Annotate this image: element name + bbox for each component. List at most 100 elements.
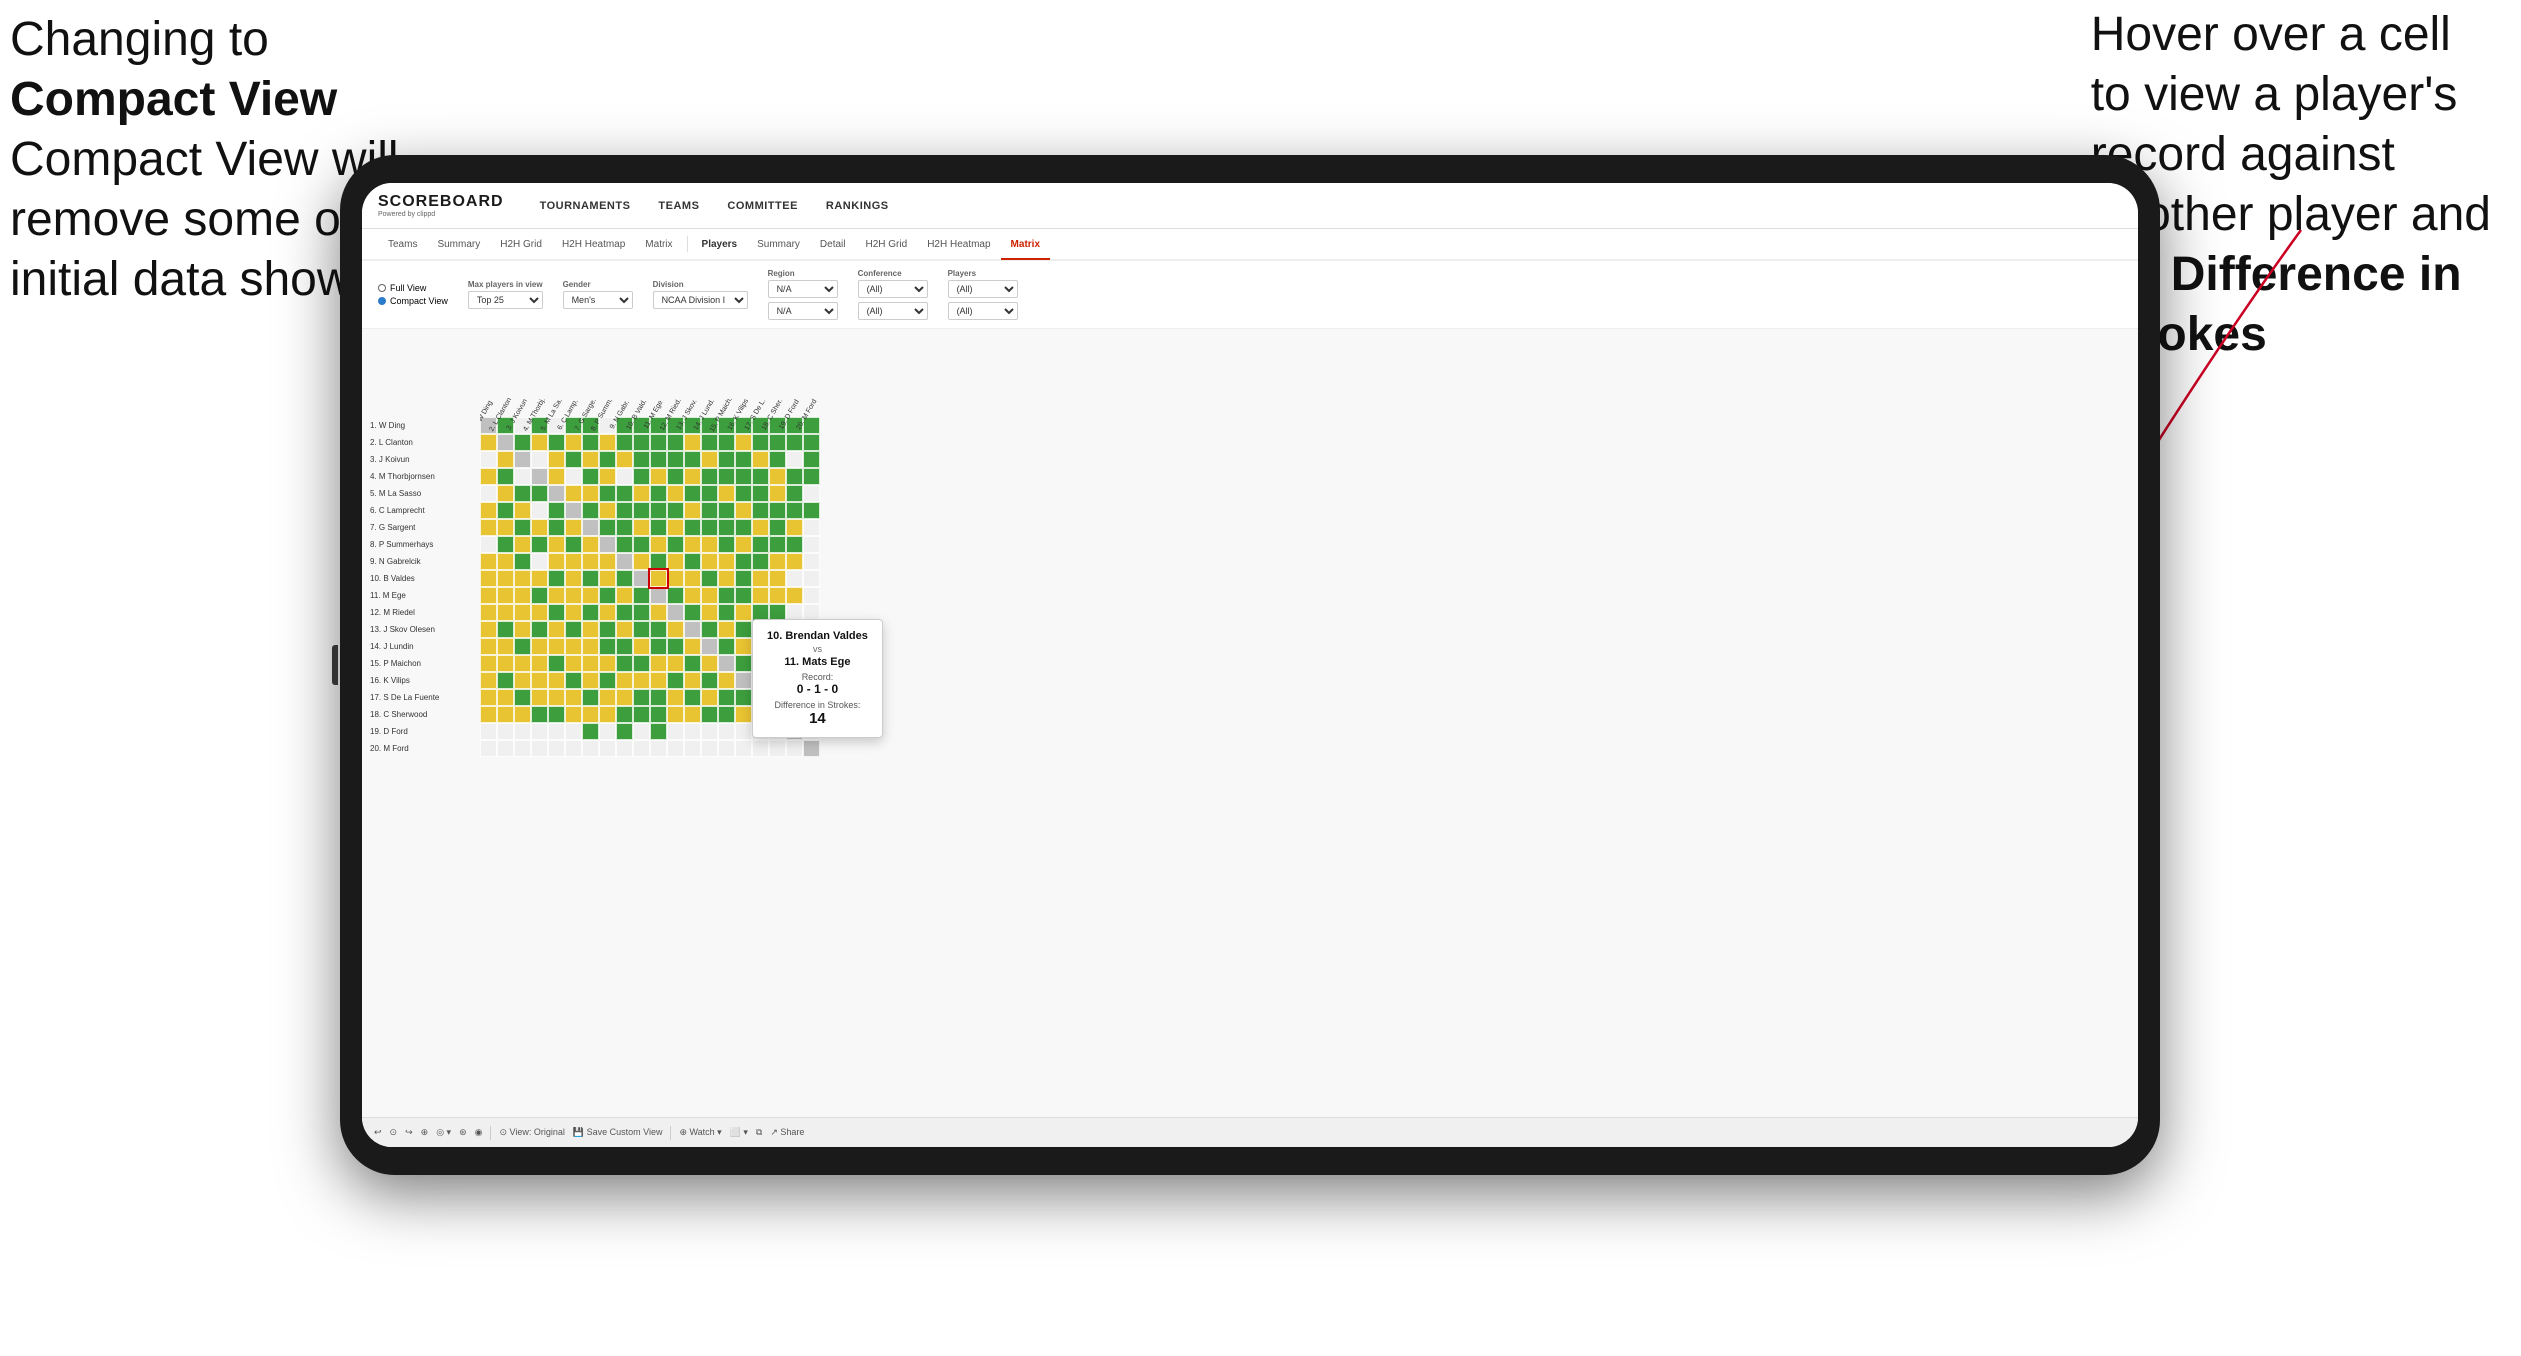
cell-6-16[interactable] <box>735 502 752 519</box>
cell-11-12[interactable] <box>667 587 684 604</box>
gender-select[interactable]: Men's <box>563 291 633 309</box>
cell-9-1[interactable] <box>480 553 497 570</box>
cell-7-8[interactable] <box>599 519 616 536</box>
sub-nav-summary1[interactable]: Summary <box>427 230 490 260</box>
cell-12-6[interactable] <box>565 604 582 621</box>
cell-11-18[interactable] <box>769 587 786 604</box>
cell-6-11[interactable] <box>650 502 667 519</box>
cell-10-15[interactable] <box>718 570 735 587</box>
cell-19-7[interactable] <box>582 723 599 740</box>
cell-12-3[interactable] <box>514 604 531 621</box>
cell-10-5[interactable] <box>548 570 565 587</box>
cell-9-17[interactable] <box>752 553 769 570</box>
cell-4-6[interactable] <box>565 468 582 485</box>
cell-8-11[interactable] <box>650 536 667 553</box>
cell-15-11[interactable] <box>650 655 667 672</box>
cell-10-17[interactable] <box>752 570 769 587</box>
cell-16-13[interactable] <box>684 672 701 689</box>
cell-16-6[interactable] <box>565 672 582 689</box>
cell-10-18[interactable] <box>769 570 786 587</box>
matrix-area[interactable]: 1. W Ding 2. L Clanton 3. J Koivun 4. M … <box>362 329 2138 1117</box>
cell-8-19[interactable] <box>786 536 803 553</box>
cell-9-4[interactable] <box>531 553 548 570</box>
cell-13-2[interactable] <box>497 621 514 638</box>
cell-11-4[interactable] <box>531 587 548 604</box>
cell-15-6[interactable] <box>565 655 582 672</box>
cell-17-12[interactable] <box>667 689 684 706</box>
cell-8-9[interactable] <box>616 536 633 553</box>
cell-10-19[interactable] <box>786 570 803 587</box>
cell-17-15[interactable] <box>718 689 735 706</box>
cell-5-8[interactable] <box>599 485 616 502</box>
cell-14-2[interactable] <box>497 638 514 655</box>
cell-2-11[interactable] <box>650 434 667 451</box>
cell-10-20[interactable] <box>803 570 820 587</box>
cell-6-8[interactable] <box>599 502 616 519</box>
cell-3-20[interactable] <box>803 451 820 468</box>
cell-12-11[interactable] <box>650 604 667 621</box>
cell-14-7[interactable] <box>582 638 599 655</box>
cell-18-10[interactable] <box>633 706 650 723</box>
cell-13-14[interactable] <box>701 621 718 638</box>
cell-6-2[interactable] <box>497 502 514 519</box>
division-select[interactable]: NCAA Division I <box>653 291 748 309</box>
nav-rankings[interactable]: RANKINGS <box>826 196 889 216</box>
cell-4-13[interactable] <box>684 468 701 485</box>
cell-3-18[interactable] <box>769 451 786 468</box>
cell-12-10[interactable] <box>633 604 650 621</box>
cell-17-7[interactable] <box>582 689 599 706</box>
cell-19-16[interactable] <box>735 723 752 740</box>
cell-8-17[interactable] <box>752 536 769 553</box>
cell-3-9[interactable] <box>616 451 633 468</box>
cell-14-4[interactable] <box>531 638 548 655</box>
cell-9-9[interactable] <box>616 553 633 570</box>
cell-10-11[interactable] <box>650 570 667 587</box>
conference-select[interactable]: (All) <box>858 280 928 298</box>
cell-17-10[interactable] <box>633 689 650 706</box>
toolbar-grid[interactable]: ⧉ <box>756 1127 762 1138</box>
cell-12-9[interactable] <box>616 604 633 621</box>
cell-20-9[interactable] <box>616 740 633 757</box>
cell-18-12[interactable] <box>667 706 684 723</box>
cell-13-7[interactable] <box>582 621 599 638</box>
cell-13-15[interactable] <box>718 621 735 638</box>
cell-18-7[interactable] <box>582 706 599 723</box>
cell-7-15[interactable] <box>718 519 735 536</box>
cell-5-12[interactable] <box>667 485 684 502</box>
cell-7-3[interactable] <box>514 519 531 536</box>
cell-4-15[interactable] <box>718 468 735 485</box>
cell-17-6[interactable] <box>565 689 582 706</box>
cell-4-2[interactable] <box>497 468 514 485</box>
toolbar-undo[interactable]: ↩ <box>374 1127 382 1138</box>
cell-7-19[interactable] <box>786 519 803 536</box>
cell-17-11[interactable] <box>650 689 667 706</box>
cell-6-7[interactable] <box>582 502 599 519</box>
cell-20-18[interactable] <box>769 740 786 757</box>
cell-16-2[interactable] <box>497 672 514 689</box>
cell-17-9[interactable] <box>616 689 633 706</box>
cell-18-3[interactable] <box>514 706 531 723</box>
cell-11-13[interactable] <box>684 587 701 604</box>
cell-12-13[interactable] <box>684 604 701 621</box>
cell-7-11[interactable] <box>650 519 667 536</box>
cell-17-16[interactable] <box>735 689 752 706</box>
cell-16-7[interactable] <box>582 672 599 689</box>
toolbar-save-custom[interactable]: 💾 Save Custom View <box>573 1127 663 1138</box>
cell-5-5[interactable] <box>548 485 565 502</box>
cell-15-5[interactable] <box>548 655 565 672</box>
cell-3-15[interactable] <box>718 451 735 468</box>
cell-4-8[interactable] <box>599 468 616 485</box>
cell-12-16[interactable] <box>735 604 752 621</box>
cell-17-4[interactable] <box>531 689 548 706</box>
cell-10-12[interactable] <box>667 570 684 587</box>
cell-14-1[interactable] <box>480 638 497 655</box>
cell-3-13[interactable] <box>684 451 701 468</box>
cell-11-19[interactable] <box>786 587 803 604</box>
cell-10-2[interactable] <box>497 570 514 587</box>
cell-7-2[interactable] <box>497 519 514 536</box>
nav-teams[interactable]: TEAMS <box>658 196 699 216</box>
cell-8-20[interactable] <box>803 536 820 553</box>
cell-11-11[interactable] <box>650 587 667 604</box>
cell-8-15[interactable] <box>718 536 735 553</box>
cell-14-14[interactable] <box>701 638 718 655</box>
